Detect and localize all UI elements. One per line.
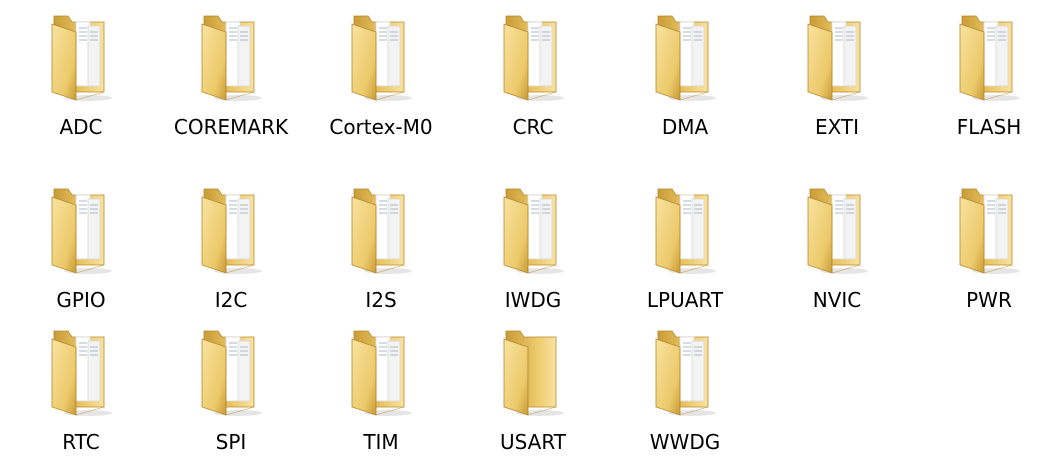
folder-with-files-icon (498, 14, 568, 104)
folder-with-files-icon (346, 187, 416, 277)
folder-item-wwdg[interactable]: WWDG (625, 329, 745, 469)
folder-item-rtc[interactable]: RTC (21, 329, 141, 469)
folder-item-nvic[interactable]: NVIC (777, 187, 897, 327)
folder-label: Cortex-M0 (329, 115, 433, 139)
folder-label: ADC (59, 115, 103, 139)
folder-item-tim[interactable]: TIM (321, 329, 441, 469)
folder-label: USART (499, 430, 567, 454)
folder-label: EXTI (814, 115, 860, 139)
folder-item-gpio[interactable]: GPIO (21, 187, 141, 327)
folder-label: LPUART (646, 288, 724, 312)
folder-grid: ADC COREMARK Cortex-M0 CRC DMA EXTI FLAS… (0, 0, 1057, 471)
folder-with-files-icon (46, 329, 116, 419)
folder-label: TIM (363, 430, 399, 454)
folder-with-files-icon (196, 187, 266, 277)
folder-with-files-icon (802, 14, 872, 104)
folder-with-files-icon (802, 187, 872, 277)
folder-item-i2s[interactable]: I2S (321, 187, 441, 327)
folder-with-files-icon (196, 14, 266, 104)
folder-with-files-icon (346, 329, 416, 419)
folder-label: RTC (62, 430, 100, 454)
folder-item-adc[interactable]: ADC (21, 14, 141, 154)
folder-with-files-icon (954, 14, 1024, 104)
folder-label: SPI (215, 430, 247, 454)
folder-label: WWDG (649, 430, 721, 454)
folder-item-lpuart[interactable]: LPUART (625, 187, 745, 327)
folder-with-files-icon (346, 14, 416, 104)
folder-with-files-icon (650, 14, 720, 104)
folder-item-usart[interactable]: USART (473, 329, 593, 469)
folder-with-files-icon (46, 187, 116, 277)
folder-with-files-icon (196, 329, 266, 419)
folder-item-crc[interactable]: CRC (473, 14, 593, 154)
folder-with-files-icon (650, 187, 720, 277)
folder-item-iwdg[interactable]: IWDG (473, 187, 593, 327)
folder-label: CRC (512, 115, 554, 139)
folder-with-files-icon (650, 329, 720, 419)
folder-item-exti[interactable]: EXTI (777, 14, 897, 154)
folder-label: NVIC (812, 288, 862, 312)
folder-label: IWDG (504, 288, 562, 312)
folder-label: I2C (214, 288, 248, 312)
folder-item-spi[interactable]: SPI (171, 329, 291, 469)
folder-with-files-icon (46, 14, 116, 104)
folder-label: FLASH (956, 115, 1022, 139)
folder-with-files-icon (954, 187, 1024, 277)
folder-label: COREMARK (173, 115, 289, 139)
folder-item-pwr[interactable]: PWR (929, 187, 1049, 327)
folder-label: DMA (661, 115, 709, 139)
folder-with-files-icon (498, 187, 568, 277)
folder-item-coremark[interactable]: COREMARK (171, 14, 291, 154)
folder-item-dma[interactable]: DMA (625, 14, 745, 154)
folder-label: PWR (966, 288, 1012, 312)
folder-label: I2S (365, 288, 397, 312)
folder-label: GPIO (56, 288, 106, 312)
folder-item-i2c[interactable]: I2C (171, 187, 291, 327)
folder-item-cortex-m0[interactable]: Cortex-M0 (321, 14, 441, 154)
folder-item-flash[interactable]: FLASH (929, 14, 1049, 154)
folder-empty-icon (498, 329, 568, 419)
